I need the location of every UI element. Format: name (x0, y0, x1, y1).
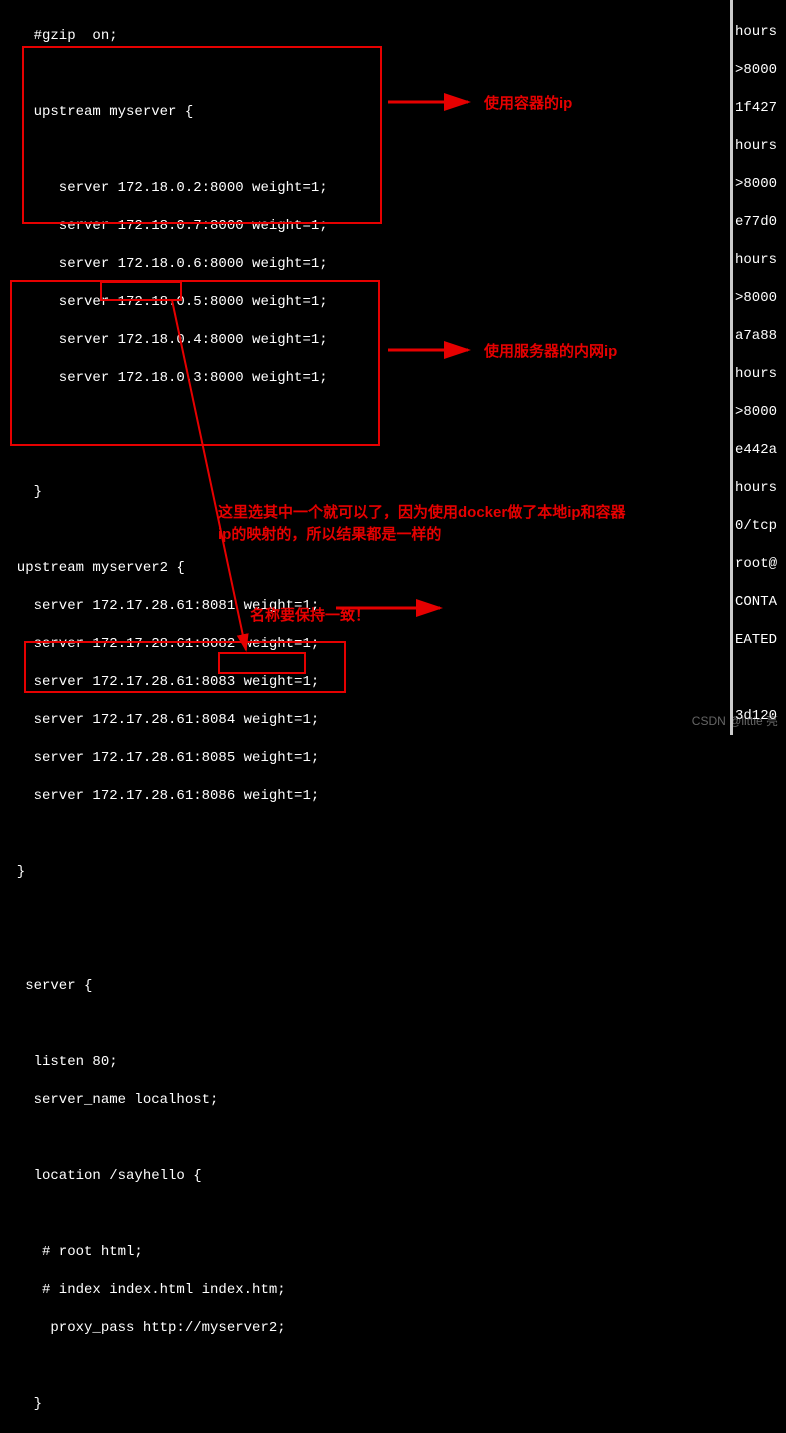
term-line: >8000 (735, 175, 784, 194)
annotation-text: 使用服务器的内网ip (484, 340, 617, 361)
code-line: server 172.18.0.4:8000 weight=1; (0, 331, 730, 350)
term-line: 1f427 (735, 99, 784, 118)
term-line: 0/tcp (735, 517, 784, 536)
annotation-text: 名称要保持一致！ (250, 604, 370, 625)
code-line (0, 1129, 730, 1148)
code-line: server 172.17.28.61:8084 weight=1; (0, 711, 730, 730)
code-line: server 172.18.0.6:8000 weight=1; (0, 255, 730, 274)
code-line: } (0, 863, 730, 882)
term-line: root@ (735, 555, 784, 574)
term-line: >8000 (735, 403, 784, 422)
code-line: } (0, 483, 730, 502)
term-line: >8000 (735, 61, 784, 80)
code-line (0, 1357, 730, 1376)
code-line: server 172.18.0.3:8000 weight=1; (0, 369, 730, 388)
term-line (735, 669, 784, 688)
code-line: server 172.17.28.61:8085 weight=1; (0, 749, 730, 768)
term-line: hours (735, 365, 784, 384)
code-line: server 172.18.0.5:8000 weight=1; (0, 293, 730, 312)
code-line: server { (0, 977, 730, 996)
code-line (0, 825, 730, 844)
term-line: EATED (735, 631, 784, 650)
code-line: # root html; (0, 1243, 730, 1262)
code-line: upstream myserver { (0, 103, 730, 122)
code-line: server 172.17.28.61:8082 weight=1; (0, 635, 730, 654)
term-line: e77d0 (735, 213, 784, 232)
code-line (0, 445, 730, 464)
right-terminal-panel[interactable]: hours >8000 1f427 hours >8000 e77d0 hour… (730, 0, 786, 735)
term-line: e442a (735, 441, 784, 460)
code-line (0, 141, 730, 160)
term-line: hours (735, 137, 784, 156)
annotation-text: 这里选其中一个就可以了，因为使用docker做了本地ip和容器ip的映射的，所以… (218, 502, 638, 546)
code-line (0, 407, 730, 426)
term-line: hours (735, 479, 784, 498)
code-line: upstream myserver2 { (0, 559, 730, 578)
term-line: a7a88 (735, 327, 784, 346)
term-line: hours (735, 251, 784, 270)
code-line: server 172.18.0.2:8000 weight=1; (0, 179, 730, 198)
code-line: proxy_pass http://myserver2; (0, 1319, 730, 1338)
code-line: # index index.html index.htm; (0, 1281, 730, 1300)
code-line: listen 80; (0, 1053, 730, 1072)
code-line: location /sayhello { (0, 1167, 730, 1186)
annotation-text: 使用容器的ip (484, 92, 572, 113)
term-line: CONTA (735, 593, 784, 612)
code-line: server_name localhost; (0, 1091, 730, 1110)
code-line: server 172.17.28.61:8083 weight=1; (0, 673, 730, 692)
code-line (0, 901, 730, 920)
code-line: #gzip on; (0, 27, 730, 46)
code-line: } (0, 1395, 730, 1414)
code-line: server 172.17.28.61:8086 weight=1; (0, 787, 730, 806)
term-line: >8000 (735, 289, 784, 308)
code-line (0, 1015, 730, 1034)
code-line (0, 1205, 730, 1224)
watermark-text: CSDN @little 亮 (692, 712, 778, 729)
code-line: server 172.18.0.7:8000 weight=1; (0, 217, 730, 236)
code-line (0, 939, 730, 958)
term-line: hours (735, 23, 784, 42)
code-line (0, 65, 730, 84)
